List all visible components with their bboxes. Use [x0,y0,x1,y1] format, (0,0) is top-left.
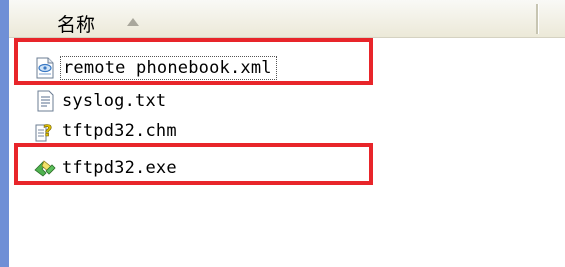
sort-ascending-icon [127,18,139,26]
name-column-header[interactable]: 名称 [9,0,536,37]
help-file-icon: ? [34,120,56,142]
file-name[interactable]: syslog.txt [62,91,166,111]
list-header: 名称 [9,0,565,38]
name-column-label: 名称 [57,14,96,36]
left-pane-edge [0,0,9,267]
next-column-header[interactable] [539,0,565,37]
file-row-syslog[interactable]: syslog.txt [34,88,166,114]
highlight-box-exe [14,143,373,185]
highlight-box-xml [14,38,373,85]
svg-text:?: ? [43,121,52,140]
text-file-icon [34,90,56,112]
file-row-tftpd32-chm[interactable]: ? tftpd32.chm [34,118,177,144]
file-name[interactable]: tftpd32.chm [62,121,177,141]
